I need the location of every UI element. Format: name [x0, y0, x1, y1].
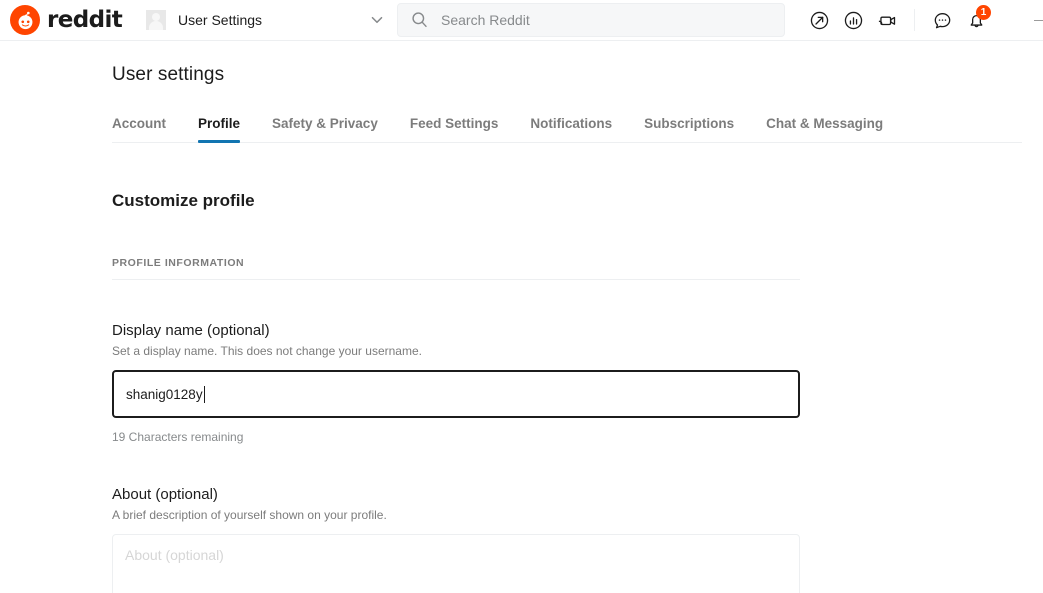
- display-name-value: shanig0128y: [126, 387, 203, 402]
- top-navigation-bar: reddit User Settings: [0, 0, 1043, 41]
- search-icon: [410, 10, 430, 30]
- tab-feed-settings[interactable]: Feed Settings: [410, 116, 499, 142]
- chat-bubble-icon[interactable]: [926, 4, 958, 36]
- settings-page: User settings Account Profile Safety & P…: [0, 64, 1043, 593]
- top-nav-icon-group: 1: [803, 4, 992, 36]
- user-avatar-placeholder-icon: [146, 10, 166, 30]
- chevron-down-icon: [368, 11, 386, 29]
- notification-badge: 1: [976, 5, 991, 20]
- about-textarea[interactable]: [112, 534, 800, 593]
- reddit-snoo-icon: [10, 5, 40, 35]
- settings-content: Customize profile PROFILE INFORMATION Di…: [112, 191, 800, 593]
- about-label: About (optional): [112, 486, 800, 503]
- tab-notifications[interactable]: Notifications: [530, 116, 612, 142]
- tab-safety-privacy[interactable]: Safety & Privacy: [272, 116, 378, 142]
- switcher-label: User Settings: [178, 12, 368, 28]
- nav-divider: [914, 9, 915, 31]
- page-title: User settings: [112, 64, 1043, 86]
- chart-stats-icon[interactable]: [837, 4, 869, 36]
- display-name-input[interactable]: shanig0128y: [112, 370, 800, 418]
- tab-subscriptions[interactable]: Subscriptions: [644, 116, 734, 142]
- about-help-text: A brief description of yourself shown on…: [112, 508, 800, 522]
- tab-account[interactable]: Account: [112, 116, 166, 142]
- section-title: Customize profile: [112, 191, 800, 211]
- display-name-help-text: Set a display name. This does not change…: [112, 344, 800, 358]
- reddit-home-link[interactable]: reddit: [0, 5, 128, 35]
- user-settings-switcher[interactable]: User Settings: [136, 2, 394, 38]
- display-name-field-group: Display name (optional) Set a display na…: [112, 322, 800, 444]
- search-bar[interactable]: [397, 3, 785, 37]
- nav-overflow-edge: [1034, 20, 1043, 21]
- display-name-char-count: 19 Characters remaining: [112, 430, 800, 444]
- tab-chat-messaging[interactable]: Chat & Messaging: [766, 116, 883, 142]
- tab-profile[interactable]: Profile: [198, 116, 240, 142]
- text-cursor: [204, 386, 205, 403]
- display-name-label: Display name (optional): [112, 322, 800, 339]
- settings-tab-bar: Account Profile Safety & Privacy Feed Se…: [112, 107, 1022, 143]
- popular-trending-icon[interactable]: [803, 4, 835, 36]
- search-input[interactable]: [439, 4, 774, 36]
- video-camera-icon[interactable]: [871, 4, 903, 36]
- notification-bell-icon[interactable]: 1: [960, 4, 992, 36]
- reddit-wordmark: reddit: [47, 9, 122, 32]
- about-field-group: About (optional) A brief description of …: [112, 486, 800, 593]
- profile-information-header: PROFILE INFORMATION: [112, 257, 800, 280]
